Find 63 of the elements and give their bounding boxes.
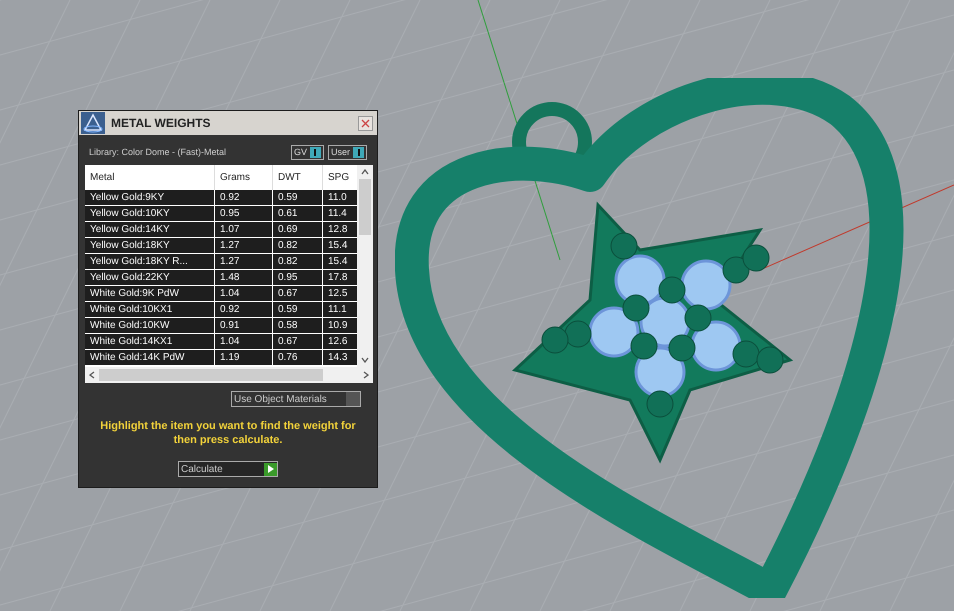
- table-row[interactable]: White Gold:10KX1 0.92 0.59 11.1: [85, 302, 357, 318]
- toggle-button[interactable]: User: [328, 145, 367, 160]
- pyramid-logo-icon: [81, 112, 105, 134]
- table-cell: 0.91: [215, 318, 273, 333]
- table-row[interactable]: Yellow Gold:22KY 1.48 0.95 17.8: [85, 270, 357, 286]
- table-cell: 0.92: [215, 190, 273, 205]
- table-cell: Yellow Gold:18KY R...: [85, 254, 215, 269]
- scrollbar-thumb[interactable]: [359, 179, 371, 235]
- scroll-down-icon[interactable]: [361, 357, 369, 363]
- horizontal-scrollbar[interactable]: [85, 367, 373, 383]
- table-cell: 0.95: [273, 270, 323, 285]
- table-row[interactable]: Yellow Gold:14KY 1.07 0.69 12.8: [85, 222, 357, 238]
- table-cell: 0.61: [273, 206, 323, 221]
- table-cell: 0.95: [215, 206, 273, 221]
- table-cell: 1.07: [215, 222, 273, 237]
- table-cell: 0.59: [273, 302, 323, 317]
- use-object-materials-checkbox[interactable]: Use Object Materials: [231, 391, 361, 407]
- table-cell: 0.92: [215, 302, 273, 317]
- table-cell: 0.76: [273, 350, 323, 365]
- table-row[interactable]: Yellow Gold:18KY R... 1.27 0.82 15.4: [85, 254, 357, 270]
- table-cell: 1.19: [215, 350, 273, 365]
- table-cell: White Gold:10KX1: [85, 302, 215, 317]
- table-cell: Yellow Gold:10KY: [85, 206, 215, 221]
- close-button[interactable]: [358, 116, 373, 130]
- table-cell: White Gold:9K PdW: [85, 286, 215, 301]
- table-cell: 1.27: [215, 238, 273, 253]
- table-row[interactable]: White Gold:14KX1 1.04 0.67 12.6: [85, 334, 357, 350]
- table-cell: 0.58: [273, 318, 323, 333]
- table-cell: 1.27: [215, 254, 273, 269]
- table-cell: 0.69: [273, 222, 323, 237]
- close-icon: [361, 118, 370, 128]
- scroll-up-icon[interactable]: [361, 169, 369, 175]
- table-cell: White Gold:10KW: [85, 318, 215, 333]
- calculate-button[interactable]: Calculate: [178, 461, 278, 477]
- table-cell: Yellow Gold:22KY: [85, 270, 215, 285]
- library-label: Library: Color Dome - (Fast)-Metal: [89, 146, 228, 159]
- table-cell: 0.67: [273, 334, 323, 349]
- toggle-button[interactable]: GV: [290, 145, 324, 160]
- scroll-right-icon[interactable]: [363, 371, 369, 379]
- table-cell: 0.67: [273, 286, 323, 301]
- table-cell: White Gold:14K PdW: [85, 350, 215, 365]
- table-cell: 1.48: [215, 270, 273, 285]
- table-row[interactable]: White Gold:10KW 0.91 0.58 10.9: [85, 318, 357, 334]
- table-row[interactable]: White Gold:14K PdW 1.19 0.76 14.3: [85, 350, 357, 366]
- instruction-text: Highlight the item you want to find the weight for then press calculate.: [99, 419, 357, 447]
- table-row[interactable]: Yellow Gold:10KY 0.95 0.61 11.4: [85, 206, 357, 222]
- table-row[interactable]: White Gold:9K PdW 1.04 0.67 12.5: [85, 286, 357, 302]
- table-cell: 1.04: [215, 334, 273, 349]
- vertical-scrollbar[interactable]: [357, 165, 373, 367]
- scrollbar-thumb[interactable]: [99, 369, 323, 381]
- table-cell: Yellow Gold:9KY: [85, 190, 215, 205]
- table-row[interactable]: Yellow Gold:9KY 0.92 0.59 11.0: [85, 190, 357, 206]
- table-cell: White Gold:14KX1: [85, 334, 215, 349]
- window-title: METAL WEIGHTS: [110, 115, 212, 132]
- scroll-left-icon[interactable]: [89, 371, 95, 379]
- table-cell: 0.59: [273, 190, 323, 205]
- play-icon: [268, 465, 274, 473]
- table-cell: 0.82: [273, 254, 323, 269]
- table-cell: Yellow Gold:14KY: [85, 222, 215, 237]
- table-row[interactable]: Yellow Gold:18KY 1.27 0.82 15.4: [85, 238, 357, 254]
- table-cell: 0.82: [273, 238, 323, 253]
- table-cell: Yellow Gold:18KY: [85, 238, 215, 253]
- table-cell: 1.04: [215, 286, 273, 301]
